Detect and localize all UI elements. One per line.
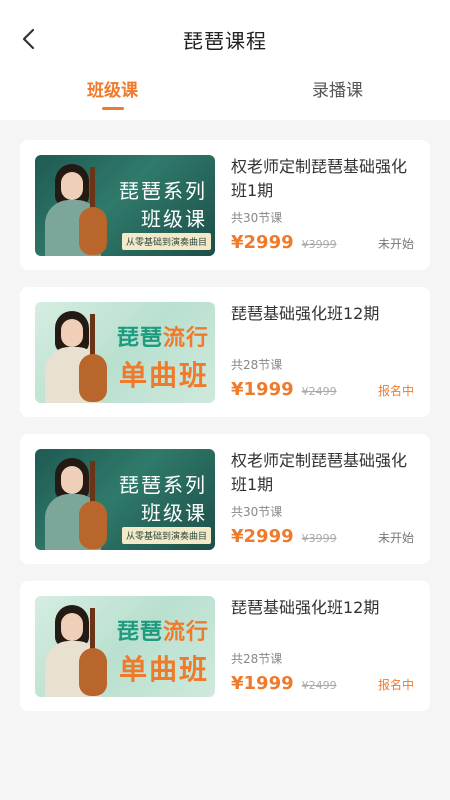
course-status: 报名中 bbox=[377, 678, 414, 692]
thumb-title-line1: 琵琶流行 bbox=[117, 320, 209, 352]
course-thumbnail: 琵琶系列 班级课 从零基础到演奏曲目 bbox=[35, 155, 215, 256]
course-info: 权老师定制琵琶基础强化班1期 共30节课 ¥2999 ¥3999 未开始 bbox=[231, 155, 414, 255]
course-info: 权老师定制琵琶基础强化班1期 共30节课 ¥2999 ¥3999 未开始 bbox=[231, 449, 414, 549]
lesson-count: 共28节课 bbox=[231, 358, 283, 372]
course-card[interactable]: 琵琶系列 班级课 从零基础到演奏曲目 权老师定制琵琶基础强化班1期 共30节课 … bbox=[20, 434, 430, 564]
course-thumbnail: 琵琶流行 单曲班 bbox=[35, 302, 215, 403]
thumb-title-line2: 班级课 bbox=[141, 501, 207, 525]
chevron-left-icon bbox=[22, 28, 35, 50]
lesson-count: 共30节课 bbox=[231, 505, 283, 519]
course-list: 琵琶系列 班级课 从零基础到演奏曲目 权老师定制琵琶基础强化班1期 共30节课 … bbox=[0, 120, 450, 711]
original-price: ¥3999 bbox=[301, 238, 337, 251]
back-button[interactable] bbox=[14, 24, 44, 54]
course-name: 琵琶基础强化班12期 bbox=[231, 598, 380, 617]
tab-label: 录播课 bbox=[312, 81, 363, 101]
course-thumbnail: 琵琶流行 单曲班 bbox=[35, 596, 215, 697]
course-card[interactable]: 琵琶流行 单曲班 琵琶基础强化班12期 共28节课 ¥1999 ¥2499 报名… bbox=[20, 581, 430, 711]
thumb-title-line1: 琵琶系列 bbox=[119, 179, 207, 203]
course-card[interactable]: 琵琶系列 班级课 从零基础到演奏曲目 权老师定制琵琶基础强化班1期 共30节课 … bbox=[20, 140, 430, 270]
tab-class-course[interactable]: 班级课 bbox=[0, 70, 225, 120]
thumb-title-line1: 琵琶系列 bbox=[119, 473, 207, 497]
course-price: ¥1999 bbox=[231, 379, 294, 400]
thumb-title-part2: 流行 bbox=[162, 620, 209, 645]
course-info: 琵琶基础强化班12期 共28节课 ¥1999 ¥2499 报名中 bbox=[231, 302, 414, 402]
status-bar bbox=[0, 0, 450, 8]
thumb-subtitle: 从零基础到演奏曲目 bbox=[121, 527, 211, 544]
course-card[interactable]: 琵琶流行 单曲班 琵琶基础强化班12期 共28节课 ¥1999 ¥2499 报名… bbox=[20, 287, 430, 417]
original-price: ¥3999 bbox=[301, 532, 337, 545]
pipa-image bbox=[79, 461, 107, 549]
price-row: ¥2999 ¥3999 未开始 bbox=[231, 526, 414, 547]
course-status: 报名中 bbox=[377, 384, 414, 398]
thumb-title-part1: 琵琶 bbox=[116, 620, 163, 645]
tab-bar: 班级课 录播课 bbox=[0, 70, 450, 120]
course-price: ¥2999 bbox=[231, 232, 294, 253]
thumb-title-part2: 流行 bbox=[162, 326, 209, 351]
tab-underline bbox=[101, 107, 124, 110]
thumb-title-line2: 单曲班 bbox=[118, 359, 209, 392]
thumb-subtitle: 从零基础到演奏曲目 bbox=[121, 233, 211, 250]
course-thumbnail: 琵琶系列 班级课 从零基础到演奏曲目 bbox=[35, 449, 215, 550]
lesson-count: 共28节课 bbox=[231, 652, 283, 666]
tab-label: 班级课 bbox=[87, 81, 138, 101]
course-name: 权老师定制琵琶基础强化班1期 bbox=[231, 157, 408, 200]
page-title: 琵琶课程 bbox=[183, 28, 267, 53]
course-info: 琵琶基础强化班12期 共28节课 ¥1999 ¥2499 报名中 bbox=[231, 596, 414, 696]
pipa-image bbox=[79, 608, 107, 696]
price-row: ¥2999 ¥3999 未开始 bbox=[231, 232, 414, 253]
price-row: ¥1999 ¥2499 报名中 bbox=[231, 379, 414, 400]
course-name: 权老师定制琵琶基础强化班1期 bbox=[231, 451, 408, 494]
pipa-image bbox=[79, 314, 107, 402]
thumb-title-line2: 班级课 bbox=[141, 207, 207, 231]
original-price: ¥2499 bbox=[301, 679, 337, 692]
course-status: 未开始 bbox=[377, 531, 414, 545]
thumb-title-line2: 单曲班 bbox=[118, 653, 209, 686]
pipa-image bbox=[79, 167, 107, 255]
course-price: ¥2999 bbox=[231, 526, 294, 547]
thumb-title-line1: 琵琶流行 bbox=[117, 614, 209, 646]
thumb-title-part1: 琵琶 bbox=[116, 326, 163, 351]
course-name: 琵琶基础强化班12期 bbox=[231, 304, 380, 323]
lesson-count: 共30节课 bbox=[231, 211, 283, 225]
price-row: ¥1999 ¥2499 报名中 bbox=[231, 673, 414, 694]
header: 琵琶课程 bbox=[0, 8, 450, 70]
original-price: ¥2499 bbox=[301, 385, 337, 398]
tab-recorded-course[interactable]: 录播课 bbox=[225, 70, 450, 120]
course-price: ¥1999 bbox=[231, 673, 294, 694]
course-status: 未开始 bbox=[377, 237, 414, 251]
